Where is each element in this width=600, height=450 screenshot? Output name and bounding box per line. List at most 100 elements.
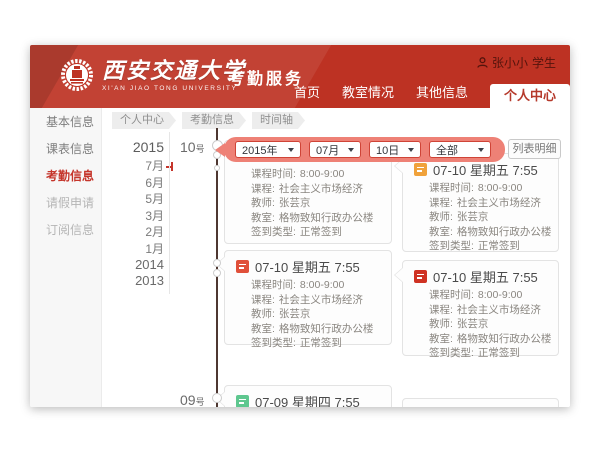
nav-item-other-info[interactable]: 其他信息 — [416, 82, 468, 108]
status-icon — [236, 395, 249, 407]
field-value: 正常签到 — [478, 240, 520, 252]
field-value: 张芸京 — [279, 197, 311, 209]
nav-item-home[interactable]: 首页 — [294, 82, 320, 108]
field-value: 正常签到 — [478, 347, 520, 359]
field-label: 课程: — [429, 197, 453, 209]
card-connector — [395, 268, 403, 282]
field-label: 教室: — [251, 323, 275, 335]
breadcrumb-attendance-info[interactable]: 考勤信息 — [182, 112, 246, 129]
field-label: 教师: — [251, 308, 275, 320]
user-info[interactable]: 张小小 学生 — [477, 54, 556, 71]
timeline-day-10: 10号 — [180, 139, 205, 155]
attendance-card[interactable] — [402, 398, 559, 407]
field-label: 签到类型: — [251, 337, 296, 349]
field-label: 教师: — [429, 211, 453, 223]
sidebar-item-leave-request[interactable]: 请假申请 — [30, 190, 101, 217]
main-nav: 首页 教室情况 其他信息 个人中心 — [294, 82, 570, 108]
date-filter-bar: 2015年 07月 10日 全部 — [224, 137, 505, 162]
timeline-month-jan[interactable]: 1月 — [102, 241, 164, 258]
timeline-node — [213, 259, 221, 267]
breadcrumb-timeline[interactable]: 时间轴 — [252, 112, 305, 129]
field-value: 格物致知行政办公楼 — [457, 226, 552, 238]
chevron-down-icon — [348, 148, 354, 152]
field-value: 8:00-9:00 — [300, 168, 344, 180]
day-dropdown[interactable]: 10日 — [369, 141, 421, 158]
field-label: 教师: — [251, 197, 275, 209]
field-value: 8:00-9:00 — [478, 182, 522, 194]
sidebar: 基本信息 课表信息 考勤信息 请假申请 订阅信息 — [30, 108, 102, 407]
timeline-node — [214, 165, 220, 171]
attendance-card[interactable]: 07-10 星期五 7:55 课程时间:8:00-9:00 课程:社会主义市场经… — [402, 260, 559, 356]
field-value: 8:00-9:00 — [478, 289, 522, 301]
timeline-year-2013[interactable]: 2013 — [102, 273, 164, 289]
field-value: 社会主义市场经济 — [457, 304, 541, 316]
field-label: 课程: — [429, 304, 453, 316]
field-label: 教室: — [429, 226, 453, 238]
status-icon — [414, 163, 427, 176]
breadcrumb-personal-center[interactable]: 个人中心 — [112, 112, 176, 129]
field-label: 签到类型: — [429, 240, 474, 252]
sidebar-item-subscription-info[interactable]: 订阅信息 — [30, 217, 101, 244]
timeline-node — [212, 393, 222, 403]
field-label: 课程时间: — [251, 279, 296, 291]
timeline-month-jul[interactable]: 7月 — [102, 158, 164, 175]
timeline-month-mar[interactable]: 3月 — [102, 208, 164, 225]
university-logo-icon — [60, 58, 94, 92]
attendance-content: 个人中心 考勤信息 时间轴 2015 7月 6月 5月 3月 2月 1月 201… — [102, 108, 570, 407]
user-role: 学生 — [532, 54, 556, 71]
field-label: 教室: — [251, 212, 275, 224]
timeline-month-jun[interactable]: 6月 — [102, 175, 164, 192]
field-label: 教室: — [429, 333, 453, 345]
app-header: 西安交通大学 XI'AN JIAO TONG UNIVERSITY 考勤服务 张… — [30, 45, 570, 108]
attendance-card[interactable]: 07-09 星期四 7:55 — [224, 385, 392, 407]
card-date: 07-10 星期五 7:55 — [433, 160, 538, 179]
field-label: 教师: — [429, 318, 453, 330]
field-value: 正常签到 — [300, 337, 342, 349]
timeline-year-2015[interactable]: 2015 — [102, 136, 164, 158]
university-name-zh: 西安交通大学 — [102, 57, 246, 85]
chevron-down-icon — [478, 148, 484, 152]
timeline-month-feb[interactable]: 2月 — [102, 224, 164, 241]
status-icon — [414, 270, 427, 283]
month-dropdown[interactable]: 07月 — [309, 141, 361, 158]
field-value: 正常签到 — [300, 226, 342, 238]
sidebar-item-basic-info[interactable]: 基本信息 — [30, 109, 101, 136]
attendance-card[interactable]: 07-10 星期五 7:55 课程时间:8:00-9:00 课程:社会主义市场经… — [224, 250, 392, 345]
card-date: 07-09 星期四 7:55 — [255, 392, 360, 407]
field-value: 张芸京 — [457, 318, 489, 330]
sidebar-item-attendance-info[interactable]: 考勤信息 — [30, 163, 101, 190]
field-label: 签到类型: — [251, 226, 296, 238]
current-month-marker-icon — [166, 162, 174, 171]
timeline-node — [213, 269, 221, 277]
year-list-divider — [169, 132, 170, 294]
attendance-card[interactable]: 07-10 星期五 7:55 课程时间:8:00-9:00 课程:社会主义市场经… — [402, 153, 559, 252]
chevron-down-icon — [408, 148, 414, 152]
timeline-month-may[interactable]: 5月 — [102, 191, 164, 208]
card-date: 07-10 星期五 7:55 — [255, 257, 360, 276]
type-dropdown[interactable]: 全部 — [429, 141, 491, 158]
chevron-down-icon — [288, 148, 294, 152]
nav-tab-personal-center[interactable]: 个人中心 — [490, 84, 570, 108]
user-icon — [477, 57, 488, 68]
field-value: 张芸京 — [279, 308, 311, 320]
field-value: 社会主义市场经济 — [279, 183, 363, 195]
field-value: 张芸京 — [457, 211, 489, 223]
sidebar-item-schedule-info[interactable]: 课表信息 — [30, 136, 101, 163]
breadcrumb: 个人中心 考勤信息 时间轴 — [112, 112, 305, 129]
timeline-year-list: 2015 7月 6月 5月 3月 2月 1月 2014 2013 — [102, 136, 164, 289]
field-label: 签到类型: — [429, 347, 474, 359]
timeline-year-2014[interactable]: 2014 — [102, 257, 164, 273]
university-name-block: 西安交通大学 XI'AN JIAO TONG UNIVERSITY — [102, 57, 246, 92]
university-name-en: XI'AN JIAO TONG UNIVERSITY — [102, 85, 246, 92]
field-value: 格物致知行政办公楼 — [279, 212, 374, 224]
field-value: 社会主义市场经济 — [279, 294, 363, 306]
user-name: 张小小 — [492, 54, 528, 71]
status-icon — [236, 260, 249, 273]
attendance-app-window: 西安交通大学 XI'AN JIAO TONG UNIVERSITY 考勤服务 张… — [30, 45, 570, 407]
field-label: 课程时间: — [429, 289, 474, 301]
field-value: 格物致知行政办公楼 — [457, 333, 552, 345]
list-detail-button[interactable]: 列表明细 — [508, 139, 561, 159]
year-dropdown[interactable]: 2015年 — [235, 141, 301, 158]
field-value: 格物致知行政办公楼 — [279, 323, 374, 335]
nav-item-classrooms[interactable]: 教室情况 — [342, 82, 394, 108]
